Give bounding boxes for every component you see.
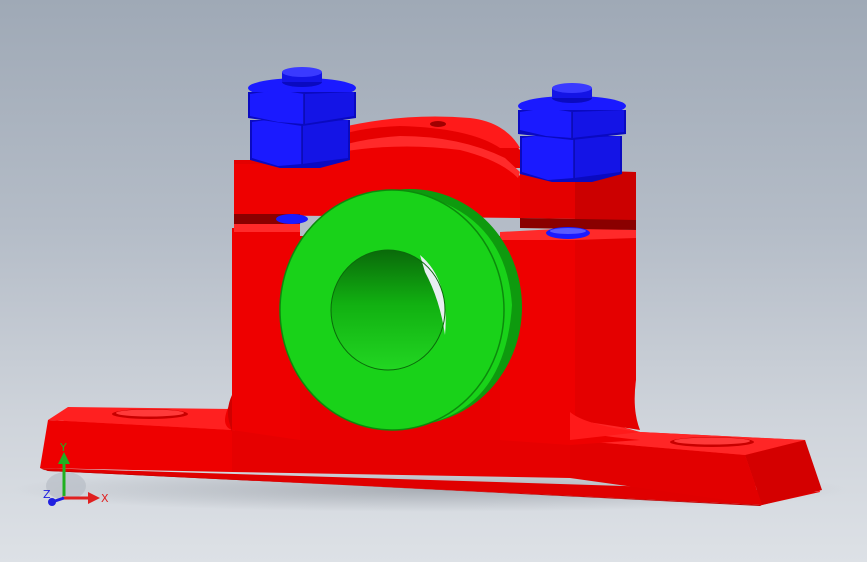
coordinate-triad: Y X Z xyxy=(43,441,109,506)
triad-shadow xyxy=(46,472,86,500)
mounting-slot-right xyxy=(670,437,754,447)
pillow-block-model[interactable] xyxy=(40,67,822,506)
bearing-insert[interactable] xyxy=(279,189,522,431)
nut-stack-right[interactable] xyxy=(518,83,626,182)
z-axis-label: Z xyxy=(43,488,51,501)
y-axis-label: Y xyxy=(59,441,67,454)
3d-viewport[interactable] xyxy=(0,0,867,562)
mounting-slot-left xyxy=(112,409,188,419)
nut-stack-left[interactable] xyxy=(248,67,356,168)
x-axis-label: X xyxy=(101,492,109,505)
